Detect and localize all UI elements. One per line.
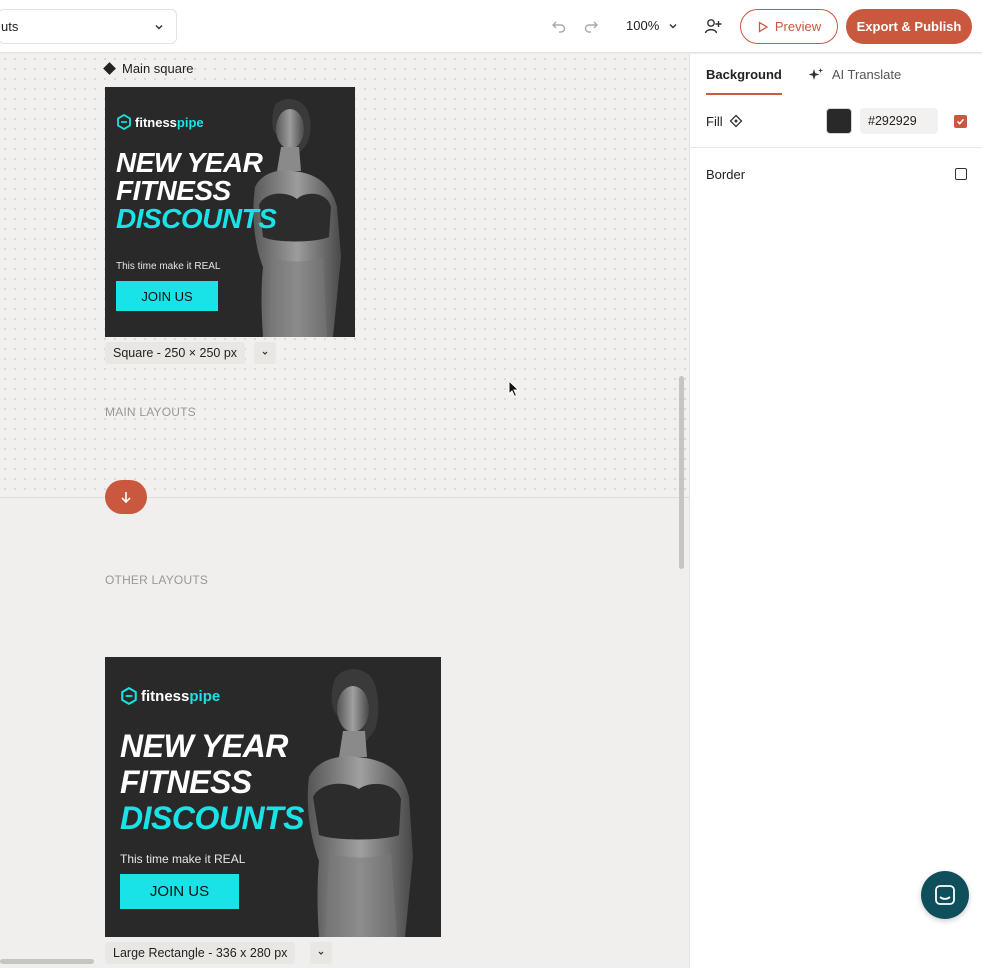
- chevron-down-icon: [262, 351, 268, 355]
- square-size-chip[interactable]: Square - 250 × 250 px: [105, 342, 246, 364]
- fill-enabled-checkbox[interactable]: [954, 114, 967, 128]
- mouse-cursor-icon: [508, 380, 520, 398]
- headline-line-1: NEW YEAR: [120, 728, 288, 764]
- brand-name-pipe: pipe: [189, 687, 221, 705]
- brand-name-fitness: fitness: [141, 687, 190, 705]
- border-enabled-checkbox[interactable]: [955, 168, 967, 180]
- fill-color-swatch[interactable]: [826, 108, 852, 134]
- variable-diamond-icon[interactable]: [729, 114, 743, 128]
- brand-logo: fitness pipe: [120, 687, 220, 705]
- undo-icon[interactable]: [550, 17, 568, 35]
- panel-divider: [690, 147, 982, 148]
- ad-headline: NEW YEAR FITNESS DISCOUNTS: [116, 147, 277, 234]
- fill-row: Fill #292929: [706, 107, 967, 135]
- chevron-down-icon: [318, 951, 324, 955]
- brand-logo: fitness pipe: [116, 114, 204, 130]
- frame-label[interactable]: Main square: [103, 61, 194, 76]
- ad-headline: NEW YEAR FITNESS DISCOUNTS: [120, 728, 304, 836]
- chevron-down-icon: [155, 24, 163, 30]
- ad-square-250[interactable]: fitness pipe NEW YEAR FITNESS DISCOUNTS T…: [105, 87, 355, 337]
- ad-tagline: This time make it REAL: [120, 852, 246, 866]
- vertical-scrollbar[interactable]: [679, 376, 684, 569]
- fill-label: Fill: [706, 113, 723, 129]
- border-label: Border: [706, 166, 746, 182]
- play-icon: [758, 20, 769, 33]
- brand-name-pipe: pipe: [176, 114, 204, 130]
- properties-panel: Background AI Translate Fill #292929 Bor…: [689, 54, 982, 968]
- ad-large-rectangle-336[interactable]: fitness pipe NEW YEAR FITNESS DISCOUNTS T…: [105, 657, 441, 937]
- large-rect-size-dropdown[interactable]: [310, 942, 332, 964]
- large-rect-size-chip[interactable]: Large Rectangle - 336 x 280 px: [105, 942, 296, 964]
- arrow-down-icon: [121, 492, 131, 504]
- chevron-down-icon: [669, 23, 677, 28]
- panel-tabs: Background AI Translate: [706, 54, 901, 95]
- ad-cta-button: JOIN US: [116, 281, 218, 311]
- layout-select[interactable]: uts: [0, 9, 177, 44]
- tab-background[interactable]: Background: [706, 54, 782, 95]
- headline-accent: DISCOUNTS: [120, 800, 304, 836]
- tab-background-label: Background: [706, 67, 782, 82]
- headline-accent: DISCOUNTS: [116, 203, 277, 234]
- ad-tagline: This time make it REAL: [116, 261, 221, 272]
- sparkle-icon: [808, 67, 823, 80]
- other-layouts-label: OTHER LAYOUTS: [105, 573, 209, 587]
- export-label: Export & Publish: [856, 19, 962, 34]
- zoom-label: 100%: [626, 18, 660, 33]
- preview-label: Preview: [774, 19, 822, 34]
- scroll-down-button[interactable]: [105, 480, 147, 514]
- tab-ai-translate[interactable]: AI Translate: [808, 54, 901, 95]
- zoom-control[interactable]: 100%: [626, 18, 679, 33]
- diamond-icon: [103, 62, 116, 75]
- fill-hex-input[interactable]: #292929: [860, 108, 938, 134]
- brand-name-fitness: fitness: [135, 114, 177, 130]
- headline-line-2: FITNESS: [116, 175, 231, 206]
- main-layouts-label: MAIN LAYOUTS: [105, 405, 196, 419]
- add-user-icon[interactable]: [704, 17, 722, 35]
- horizontal-scrollbar[interactable]: [0, 959, 94, 964]
- border-row: Border: [706, 160, 967, 188]
- layout-select-value: uts: [1, 19, 19, 34]
- chat-icon: [935, 885, 955, 905]
- preview-button[interactable]: Preview: [740, 9, 838, 44]
- ad-cta-button: JOIN US: [120, 874, 239, 909]
- hexagon-logo-icon: [121, 687, 137, 705]
- redo-icon[interactable]: [582, 17, 600, 35]
- chat-support-button[interactable]: [921, 871, 969, 919]
- hexagon-logo-icon: [117, 114, 131, 130]
- check-icon: [956, 118, 965, 125]
- frame-label-text: Main square: [122, 61, 194, 76]
- tab-ai-translate-label: AI Translate: [831, 67, 902, 82]
- headline-line-2: FITNESS: [120, 764, 252, 800]
- export-publish-button[interactable]: Export & Publish: [846, 9, 972, 44]
- square-size-dropdown[interactable]: [254, 342, 276, 364]
- headline-line-1: NEW YEAR: [116, 147, 263, 178]
- top-bar: uts 100% Preview Export & Publish: [0, 0, 982, 53]
